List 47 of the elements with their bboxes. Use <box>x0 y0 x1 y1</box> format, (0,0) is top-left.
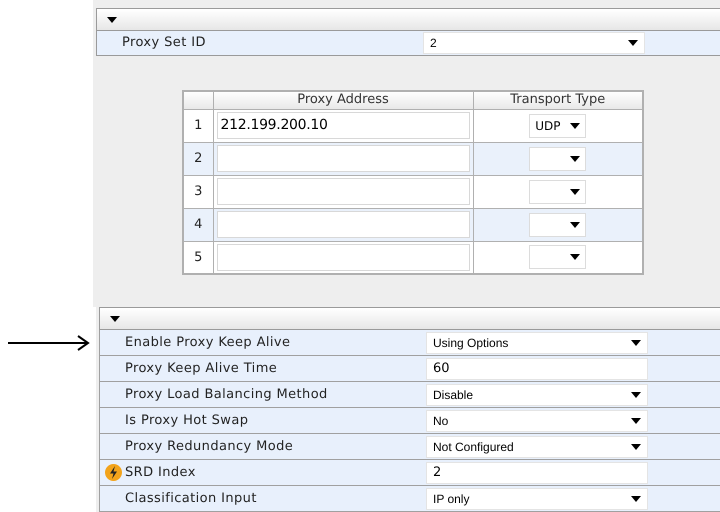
input-field[interactable]: 60 <box>426 358 648 380</box>
collapse-icon <box>107 16 117 22</box>
row-number: 3 <box>183 175 213 208</box>
transport-dropdown[interactable] <box>529 212 586 236</box>
caret-icon <box>570 188 580 194</box>
section-header[interactable] <box>100 308 720 330</box>
address-field[interactable] <box>216 211 470 238</box>
setting-label: Classification Input <box>125 490 257 508</box>
setting-label: Proxy Load Balancing Method <box>125 386 328 404</box>
setting-label: Proxy Keep Alive Time <box>125 360 278 378</box>
caret-icon <box>570 222 580 228</box>
row-number: 2 <box>183 142 213 175</box>
caret-icon <box>570 122 580 128</box>
address-field[interactable]: 212.199.200.10 <box>216 112 470 139</box>
caret-icon <box>631 392 641 398</box>
row-number: 1 <box>183 109 213 142</box>
caret-icon <box>570 254 580 260</box>
section-header[interactable] <box>97 9 720 31</box>
address-field[interactable] <box>216 244 470 271</box>
setting-label: SRD Index <box>125 464 196 482</box>
setting-label: Is Proxy Hot Swap <box>125 412 248 430</box>
caret-icon <box>631 496 641 502</box>
dropdown[interactable]: Using Options <box>426 332 648 354</box>
column-header: Proxy Address <box>213 91 473 109</box>
address-field[interactable] <box>216 178 470 205</box>
transport-dropdown[interactable] <box>529 180 586 204</box>
setting-label: Enable Proxy Keep Alive <box>125 334 290 352</box>
caret-icon <box>631 418 641 424</box>
transport-dropdown[interactable]: UDP <box>529 114 586 138</box>
dropdown[interactable]: IP only <box>426 488 648 510</box>
address-field[interactable] <box>216 145 470 172</box>
caret-icon <box>631 340 641 346</box>
column-header: Transport Type <box>473 91 643 109</box>
transport-dropdown[interactable] <box>529 245 586 270</box>
dropdown[interactable]: No <box>426 410 648 432</box>
transport-dropdown[interactable] <box>529 146 586 170</box>
caret-icon <box>628 40 638 46</box>
row-number: 4 <box>183 208 213 241</box>
dropdown[interactable]: Disable <box>426 384 648 406</box>
collapse-icon <box>110 316 120 322</box>
dropdown[interactable]: Not Configured <box>426 436 648 458</box>
input-field[interactable]: 2 <box>426 462 648 484</box>
dropdown[interactable]: 2 <box>423 32 645 54</box>
setting-label: Proxy Redundancy Mode <box>125 438 294 456</box>
caret-icon <box>631 444 641 450</box>
caret-icon <box>570 156 580 162</box>
setting-label: Proxy Set ID <box>121 34 207 52</box>
